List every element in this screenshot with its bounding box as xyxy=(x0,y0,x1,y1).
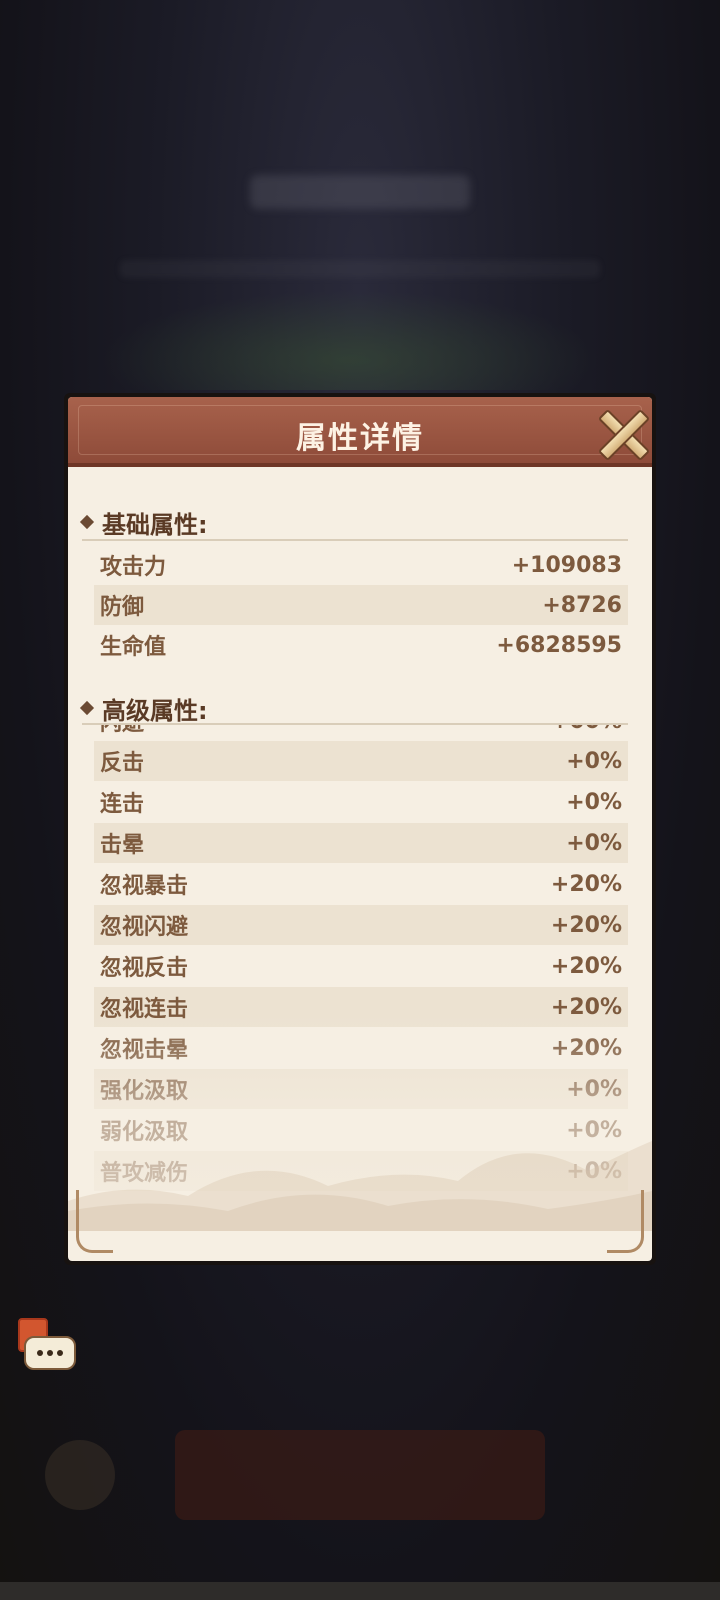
chat-bubble-icon xyxy=(24,1336,76,1370)
background-action-button xyxy=(175,1430,545,1520)
row-value: +20% xyxy=(550,994,622,1020)
row-label: 忽视闪避 xyxy=(100,915,189,940)
row-label: 连击 xyxy=(100,792,145,817)
advanced-row: 强化汲取 +0% xyxy=(94,1069,628,1109)
row-label: 普攻减伤 xyxy=(100,1161,189,1186)
advanced-row: 普攻减伤 +0% xyxy=(94,1151,628,1191)
row-label: 忽视击晕 xyxy=(100,1038,189,1063)
advanced-row: 忽视暴击 +20% xyxy=(94,864,628,904)
background-blurred-subtitle xyxy=(120,260,600,278)
row-value: +20% xyxy=(550,1035,622,1061)
advanced-attributes-heading: 高级属性: xyxy=(79,691,208,725)
row-value: +109083 xyxy=(511,552,622,578)
background-scene-art xyxy=(100,290,600,390)
advanced-row: 弱化汲取 +0% xyxy=(94,1110,628,1150)
row-value: +0% xyxy=(566,1076,622,1102)
basic-row-attack: 攻击力 +109083 xyxy=(94,545,628,585)
background-round-button xyxy=(45,1440,115,1510)
advanced-row: 闪避 +00% xyxy=(94,725,628,741)
diamond-icon xyxy=(79,514,95,530)
dialog-body: 属性详情 基础属性: 攻击力 +109083 防御 +8726 生命值 +682… xyxy=(68,397,652,1261)
row-label: 弱化汲取 xyxy=(100,1120,189,1145)
row-label: 强化汲取 xyxy=(100,1079,189,1104)
basic-row-defense: 防御 +8726 xyxy=(94,585,628,625)
advanced-row: 反击 +0% xyxy=(94,741,628,781)
row-value: +20% xyxy=(550,953,622,979)
corner-ornament-right xyxy=(607,1190,644,1253)
advanced-row: 忽视击晕 +20% xyxy=(94,1028,628,1068)
row-label: 攻击力 xyxy=(100,555,167,580)
row-value: +00% xyxy=(551,725,622,734)
row-label: 忽视连击 xyxy=(100,997,189,1022)
row-label: 闪避 xyxy=(100,725,144,737)
dialog-title: 属性详情 xyxy=(296,421,424,456)
row-value: +20% xyxy=(550,871,622,897)
diamond-icon xyxy=(79,700,95,716)
row-label: 忽视反击 xyxy=(100,956,189,981)
row-value: +0% xyxy=(566,1158,622,1184)
advanced-row: 连击 +0% xyxy=(94,782,628,822)
row-value: +20% xyxy=(550,912,622,938)
row-label: 防御 xyxy=(100,595,145,620)
row-value: +8726 xyxy=(542,592,622,618)
advanced-row: 忽视连击 +20% xyxy=(94,987,628,1027)
background-bottom-strip xyxy=(0,1582,720,1600)
row-label: 击晕 xyxy=(100,833,145,858)
row-label: 忽视暴击 xyxy=(100,874,189,899)
corner-ornament-left xyxy=(76,1190,113,1253)
attribute-detail-dialog: 属性详情 基础属性: 攻击力 +109083 防御 +8726 生命值 +682… xyxy=(64,393,656,1265)
row-value: +6828595 xyxy=(496,632,622,658)
advanced-row: 忽视反击 +20% xyxy=(94,946,628,986)
basic-attributes-heading: 基础属性: xyxy=(79,505,208,539)
advanced-row: 忽视闪避 +20% xyxy=(94,905,628,945)
row-value: +0% xyxy=(566,789,622,815)
section-divider xyxy=(82,539,628,541)
basic-row-hp: 生命值 +6828595 xyxy=(94,625,628,665)
row-label: 反击 xyxy=(100,751,145,776)
advanced-attributes-scroll-list[interactable]: 闪避 +00% 反击 +0% 连击 +0% 击晕 +0% 忽视暴击 +20% 忽… xyxy=(68,725,652,1195)
background-blurred-title xyxy=(250,175,470,209)
row-value: +0% xyxy=(566,830,622,856)
dialog-header: 属性详情 xyxy=(68,397,652,467)
basic-heading-text: 基础属性: xyxy=(102,510,208,539)
row-value: +0% xyxy=(566,1117,622,1143)
advanced-row: 击晕 +0% xyxy=(94,823,628,863)
row-value: +0% xyxy=(566,748,622,774)
row-label: 生命值 xyxy=(100,635,167,660)
chat-button[interactable] xyxy=(16,1316,76,1376)
close-button[interactable] xyxy=(590,402,652,464)
advanced-heading-text: 高级属性: xyxy=(102,696,208,725)
